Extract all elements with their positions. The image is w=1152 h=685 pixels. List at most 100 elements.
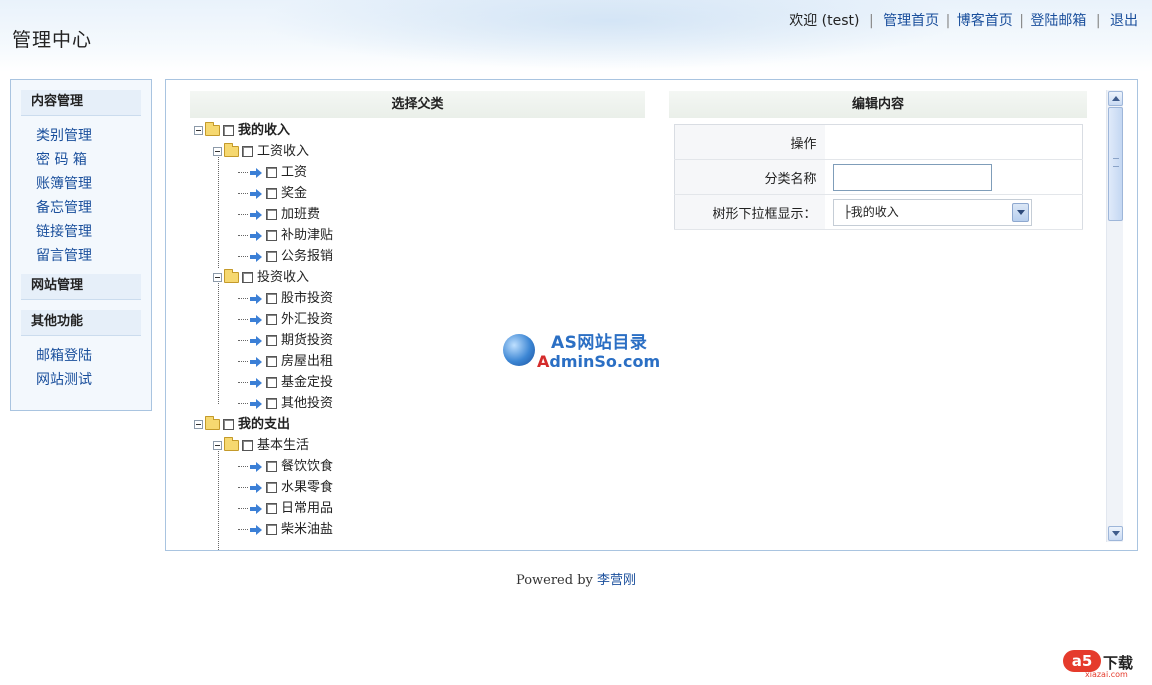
sidebar-list-other: 邮箱登陆 网站测试 <box>11 336 151 396</box>
tree-checkbox[interactable] <box>266 167 277 178</box>
sidebar-item-password-box[interactable]: 密 码 箱 <box>36 148 151 172</box>
tree-node-leaf[interactable]: 其他投资 <box>238 393 333 414</box>
tree-node-leaf[interactable]: 日常用品 <box>238 498 333 519</box>
scroll-down-button[interactable] <box>1108 526 1123 541</box>
tree-node-leaf[interactable]: 工资 <box>238 162 307 183</box>
tree-checkbox[interactable] <box>266 230 277 241</box>
tree-checkbox[interactable] <box>266 398 277 409</box>
scroll-up-button[interactable] <box>1108 91 1123 106</box>
tree-checkbox[interactable] <box>266 524 277 535</box>
sidebar-item-ledger[interactable]: 账簿管理 <box>36 172 151 196</box>
watermark-title: AS网站目录 <box>551 333 648 353</box>
arrow-icon <box>250 377 262 388</box>
tree-connector <box>238 382 248 383</box>
sidebar-section-other[interactable]: 其他功能 <box>21 310 141 336</box>
corner-logo: a5 下载 xiazai.com <box>1063 648 1143 680</box>
scroll-thumb[interactable] <box>1108 107 1123 221</box>
parent-select-label: 树形下拉框显示： <box>674 194 825 230</box>
sidebar-item-memo[interactable]: 备忘管理 <box>36 196 151 220</box>
nav-link-logout[interactable]: 退出 <box>1110 13 1138 29</box>
tree-node-leaf[interactable]: 加班费 <box>238 204 320 225</box>
tree-checkbox[interactable] <box>266 314 277 325</box>
category-name-label: 分类名称 <box>674 159 825 195</box>
sidebar-item-mail-login[interactable]: 邮箱登陆 <box>36 344 151 368</box>
nav-link-blog-home[interactable]: 博客首页 <box>957 13 1013 29</box>
tree-checkbox[interactable] <box>223 419 234 430</box>
arrow-icon <box>250 356 262 367</box>
tree-node-leaf[interactable]: 期货投资 <box>238 330 333 351</box>
tree-node-group[interactable]: 基本生活 <box>213 435 309 456</box>
sidebar-item-category[interactable]: 类别管理 <box>36 124 151 148</box>
form-row-operation: 操作 <box>674 124 1083 160</box>
tree-node-leaf[interactable]: 奖金 <box>238 183 307 204</box>
category-name-input[interactable] <box>832 163 992 191</box>
tree-checkbox[interactable] <box>266 335 277 346</box>
arrow-icon <box>250 524 262 535</box>
sidebar-item-links[interactable]: 链接管理 <box>36 220 151 244</box>
tree-node-leaf[interactable]: 柴米油盐 <box>238 519 333 540</box>
tree-connector <box>238 172 248 173</box>
tree-connector <box>238 508 248 509</box>
sidebar-section-content[interactable]: 内容管理 <box>21 90 141 116</box>
tree-node-leaf[interactable]: 外汇投资 <box>238 309 333 330</box>
tree-checkbox[interactable] <box>266 209 277 220</box>
tree-node-label: 期货投资 <box>281 333 334 348</box>
tree-node-root[interactable]: 我的支出 <box>194 414 290 435</box>
tree-checkbox[interactable] <box>242 440 253 451</box>
parent-tree-dropdown[interactable]: ├我的收入 <box>832 198 1032 226</box>
tree-node-label: 基金定投 <box>281 375 334 390</box>
arrow-icon <box>250 398 262 409</box>
tree-node-label: 餐饮饮食 <box>281 459 334 474</box>
tree-node-group[interactable]: 投资收入 <box>213 267 309 288</box>
tree-checkbox[interactable] <box>266 356 277 367</box>
tree-node-label: 我的支出 <box>238 417 291 432</box>
footer-author-link[interactable]: 李营刚 <box>597 573 636 588</box>
tree-node-leaf[interactable]: 股市投资 <box>238 288 333 309</box>
collapse-icon[interactable] <box>213 441 222 450</box>
nav-separator: | <box>1095 13 1101 29</box>
sidebar-item-messages[interactable]: 留言管理 <box>36 244 151 268</box>
chevron-down-icon[interactable] <box>1011 202 1029 222</box>
tree-checkbox[interactable] <box>242 146 253 157</box>
tree-node-group[interactable]: 工资收入 <box>213 141 309 162</box>
watermark-domain-first: A <box>537 352 550 371</box>
nav-separator: | <box>945 13 951 29</box>
tree-checkbox[interactable] <box>266 461 277 472</box>
arrow-icon <box>250 293 262 304</box>
tree-checkbox[interactable] <box>266 377 277 388</box>
nav-link-mail-login[interactable]: 登陆邮箱 <box>1030 13 1086 29</box>
folder-icon <box>205 122 220 136</box>
tree-checkbox[interactable] <box>266 188 277 199</box>
tree-checkbox[interactable] <box>266 293 277 304</box>
welcome-text: 欢迎 (test) <box>789 13 860 29</box>
tree-checkbox[interactable] <box>223 125 234 136</box>
collapse-icon[interactable] <box>213 273 222 282</box>
collapse-icon[interactable] <box>213 147 222 156</box>
tree-node-leaf[interactable]: 公务报销 <box>238 246 333 267</box>
collapse-icon[interactable] <box>194 126 203 135</box>
tree-checkbox[interactable] <box>266 503 277 514</box>
tree-node-leaf[interactable]: 补助津贴 <box>238 225 333 246</box>
tree-node-leaf[interactable]: 基金定投 <box>238 372 333 393</box>
tree-connector <box>238 193 248 194</box>
collapse-icon[interactable] <box>194 420 203 429</box>
nav-link-admin-home[interactable]: 管理首页 <box>883 13 939 29</box>
tree-connector <box>238 403 248 404</box>
tree-connector <box>238 487 248 488</box>
tree-node-root[interactable]: 我的收入 <box>194 120 290 141</box>
tree-checkbox[interactable] <box>266 251 277 262</box>
tree-node-leaf[interactable]: 房屋出租 <box>238 351 333 372</box>
sidebar-item-site-test[interactable]: 网站测试 <box>36 368 151 392</box>
tree-node-leaf[interactable]: 餐饮饮食 <box>238 456 333 477</box>
tree-node-leaf[interactable]: 水果零食 <box>238 477 333 498</box>
tree-node-label: 日常用品 <box>281 501 334 516</box>
operation-label: 操作 <box>674 124 825 160</box>
sidebar-section-site[interactable]: 网站管理 <box>21 274 141 300</box>
nav-separator: | <box>1019 13 1024 29</box>
arrow-icon <box>250 209 262 220</box>
vertical-scrollbar[interactable] <box>1106 90 1123 542</box>
tree-checkbox[interactable] <box>266 482 277 493</box>
tree-connector <box>238 214 248 215</box>
folder-icon <box>224 143 239 157</box>
tree-checkbox[interactable] <box>242 272 253 283</box>
